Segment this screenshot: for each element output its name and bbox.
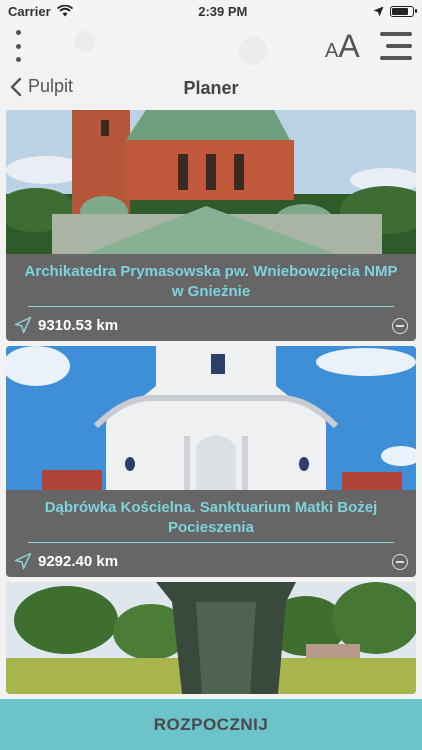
place-photo-cathedral: [6, 110, 416, 254]
place-name: Dąbrówka Kościelna. Sanktuarium Matki Bo…: [44, 499, 378, 536]
navigation-arrow-icon: [14, 552, 32, 570]
navigation-bar: Pulpit Planer: [0, 70, 422, 108]
page-title: Planer: [183, 78, 239, 98]
place-card[interactable]: [6, 582, 416, 694]
battery-fill: [392, 7, 409, 15]
more-options-icon[interactable]: [10, 30, 26, 62]
remove-icon[interactable]: [392, 318, 408, 334]
place-card[interactable]: Dąbrówka Kościelna. Sanktuarium Matki Bo…: [6, 346, 416, 577]
navigation-arrow-icon: [14, 316, 32, 334]
place-name: Archikatedra Prymasowska pw. Wniebowzięc…: [24, 263, 398, 300]
place-photo-statue: [6, 582, 416, 694]
distance-value: 9310.53 km: [38, 316, 119, 334]
font-size-big-glyph: A: [338, 28, 360, 64]
location-arrow-icon: [373, 6, 384, 16]
menu-icon[interactable]: [380, 32, 412, 60]
carrier-label: Carrier: [8, 3, 51, 19]
place-distance: 9292.40 km: [14, 552, 118, 570]
place-photo-sanctuary: [6, 346, 416, 490]
top-toolbar: AA: [0, 22, 422, 70]
distance-value: 9292.40 km: [38, 552, 119, 570]
battery-icon: [390, 5, 417, 17]
divider: [28, 306, 394, 307]
wifi-icon: [56, 5, 73, 17]
divider: [28, 542, 394, 543]
place-card[interactable]: Archikatedra Prymasowska pw. Wniebowzięc…: [6, 110, 416, 341]
font-size-small-glyph: A: [325, 40, 339, 62]
status-time: 2:39 PM: [198, 3, 248, 19]
place-distance: 9310.53 km: [14, 316, 118, 334]
remove-icon[interactable]: [392, 554, 408, 570]
status-bar: Carrier 2:39 PM: [0, 0, 422, 22]
start-button[interactable]: ROZPOCZNIJ: [0, 699, 422, 750]
font-size-button[interactable]: AA: [325, 28, 360, 65]
